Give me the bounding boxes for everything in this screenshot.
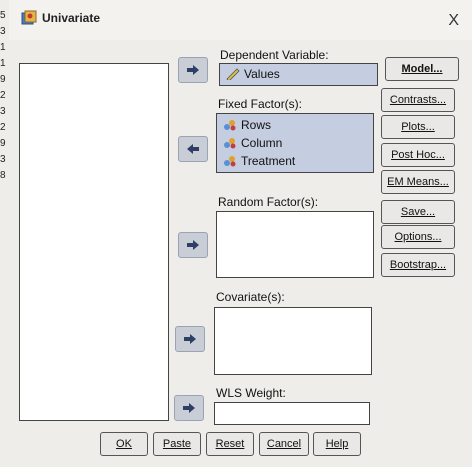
dependent-variable-item[interactable]: Values bbox=[226, 67, 280, 81]
nominal-variable-icon bbox=[224, 120, 236, 131]
contrasts-button[interactable]: Contrasts... bbox=[381, 88, 455, 112]
move-to-wls-button[interactable] bbox=[174, 395, 204, 421]
close-icon[interactable]: X bbox=[448, 12, 459, 30]
bootstrap-button[interactable]: Bootstrap... bbox=[381, 253, 455, 277]
model-button[interactable]: Model... bbox=[385, 57, 459, 81]
options-button[interactable]: Options... bbox=[381, 225, 455, 249]
window-title: Univariate bbox=[42, 11, 101, 25]
row-number: 3 bbox=[0, 154, 6, 165]
ok-button[interactable]: OK bbox=[100, 432, 148, 456]
wls-weight-label: WLS Weight: bbox=[216, 386, 286, 400]
row-number: 8 bbox=[0, 170, 6, 181]
scale-ruler-icon bbox=[226, 68, 240, 80]
post-hoc-button[interactable]: Post Hoc... bbox=[381, 143, 455, 167]
fixed-factors-label: Fixed Factor(s): bbox=[218, 97, 303, 111]
dependent-variable-name: Values bbox=[244, 67, 280, 81]
arrow-right-icon bbox=[184, 334, 196, 344]
background-row-numbers: 5 3 1 1 9 2 3 2 9 3 8 bbox=[0, 8, 9, 208]
title-bar: Univariate X bbox=[9, 0, 472, 40]
fixed-factor-item[interactable]: Rows bbox=[223, 118, 271, 132]
row-number: 1 bbox=[0, 58, 6, 69]
arrow-right-icon bbox=[187, 240, 199, 250]
row-number: 3 bbox=[0, 106, 6, 117]
wls-weight-field[interactable] bbox=[214, 402, 370, 425]
fixed-factor-name: Treatment bbox=[241, 154, 296, 168]
row-number: 5 bbox=[0, 10, 6, 21]
row-number: 9 bbox=[0, 138, 6, 149]
spss-dialog-icon bbox=[21, 10, 37, 25]
row-number: 2 bbox=[0, 122, 6, 133]
save-button[interactable]: Save... bbox=[381, 200, 455, 224]
move-to-random-button[interactable] bbox=[178, 232, 208, 258]
univariate-dialog: 5 3 1 1 9 2 3 2 9 3 8 Univariate X Depen… bbox=[0, 0, 472, 467]
dependent-variable-box[interactable]: Values bbox=[219, 63, 378, 86]
fixed-factors-box[interactable]: Rows Column Treatment bbox=[216, 113, 374, 173]
row-number: 1 bbox=[0, 42, 6, 53]
move-to-covariate-button[interactable] bbox=[175, 326, 205, 352]
dependent-variable-label: Dependent Variable: bbox=[220, 48, 329, 62]
covariates-label: Covariate(s): bbox=[216, 290, 285, 304]
arrow-right-icon bbox=[183, 403, 195, 413]
cancel-button[interactable]: Cancel bbox=[259, 432, 309, 456]
covariates-box[interactable] bbox=[214, 307, 372, 375]
move-to-dependent-button[interactable] bbox=[178, 57, 208, 83]
help-button[interactable]: Help bbox=[313, 432, 361, 456]
nominal-variable-icon bbox=[224, 156, 236, 167]
paste-button[interactable]: Paste bbox=[153, 432, 201, 456]
row-number: 3 bbox=[0, 26, 6, 37]
arrow-right-icon bbox=[187, 65, 199, 75]
source-variable-list[interactable] bbox=[19, 63, 169, 421]
fixed-factor-name: Column bbox=[241, 136, 283, 150]
arrow-left-icon bbox=[187, 144, 199, 154]
random-factors-box[interactable] bbox=[216, 211, 374, 278]
move-from-fixed-button[interactable] bbox=[178, 136, 208, 162]
row-number: 9 bbox=[0, 74, 6, 85]
row-number: 2 bbox=[0, 90, 6, 101]
fixed-factor-item[interactable]: Treatment bbox=[223, 154, 295, 168]
reset-button[interactable]: Reset bbox=[206, 432, 254, 456]
plots-button[interactable]: Plots... bbox=[381, 115, 455, 139]
random-factors-label: Random Factor(s): bbox=[218, 195, 319, 209]
nominal-variable-icon bbox=[224, 138, 236, 149]
fixed-factor-name: Rows bbox=[241, 118, 272, 132]
fixed-factor-item[interactable]: Column bbox=[223, 136, 282, 150]
em-means-button[interactable]: EM Means... bbox=[381, 170, 455, 194]
